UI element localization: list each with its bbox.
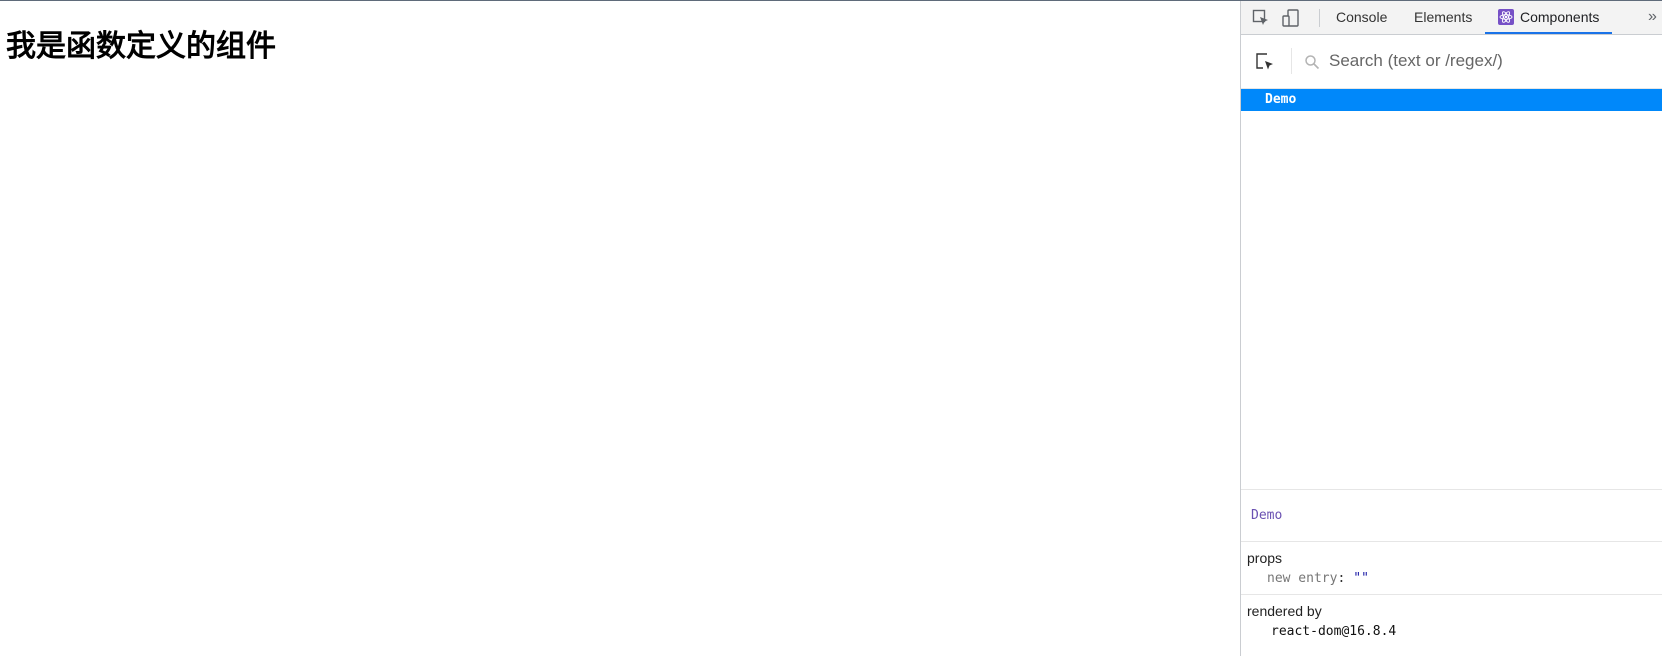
- page-heading: 我是函数定义的组件: [6, 29, 276, 64]
- rendered-by-title: rendered by: [1247, 603, 1322, 619]
- tab-console[interactable]: Console: [1336, 1, 1387, 34]
- selected-component-name: Demo: [1251, 508, 1283, 523]
- inspect-element-icon[interactable]: [1252, 9, 1270, 27]
- details-divider: [1241, 594, 1662, 595]
- search-icon: [1304, 54, 1320, 70]
- tree-item-selected[interactable]: Demo: [1241, 89, 1662, 111]
- more-tabs-chevron-icon[interactable]: »: [1648, 1, 1657, 34]
- devtools-toolbar: Console Elements Components »: [1241, 1, 1662, 35]
- component-search-bar: [1241, 35, 1662, 89]
- tab-components[interactable]: Components: [1485, 1, 1613, 34]
- prop-value[interactable]: "": [1353, 571, 1369, 586]
- details-divider: [1241, 541, 1662, 542]
- prop-row[interactable]: new entry: "": [1267, 571, 1369, 586]
- prop-colon: :: [1337, 571, 1346, 586]
- tab-components-label: Components: [1520, 9, 1600, 25]
- component-tree: Demo: [1241, 89, 1662, 489]
- renderer-name: react-dom@16.8.4: [1271, 624, 1397, 639]
- component-details-pane: Demo props new entry: "" rendered by reac…: [1241, 489, 1662, 657]
- prop-key: new entry: [1267, 571, 1338, 586]
- select-component-icon[interactable]: [1255, 52, 1275, 72]
- tree-item-label: Demo: [1265, 92, 1297, 107]
- page-viewport: 我是函数定义的组件: [0, 1, 1240, 656]
- search-separator: [1291, 48, 1292, 74]
- device-toolbar-icon[interactable]: [1282, 9, 1300, 27]
- devtools-panel: Console Elements Components » Search (te…: [1240, 1, 1662, 656]
- component-search-input[interactable]: [1329, 47, 1649, 75]
- react-logo-icon: [1498, 9, 1514, 25]
- toolbar-separator: [1319, 9, 1320, 27]
- props-section-title: props: [1247, 550, 1283, 566]
- tab-elements[interactable]: Elements: [1414, 1, 1472, 34]
